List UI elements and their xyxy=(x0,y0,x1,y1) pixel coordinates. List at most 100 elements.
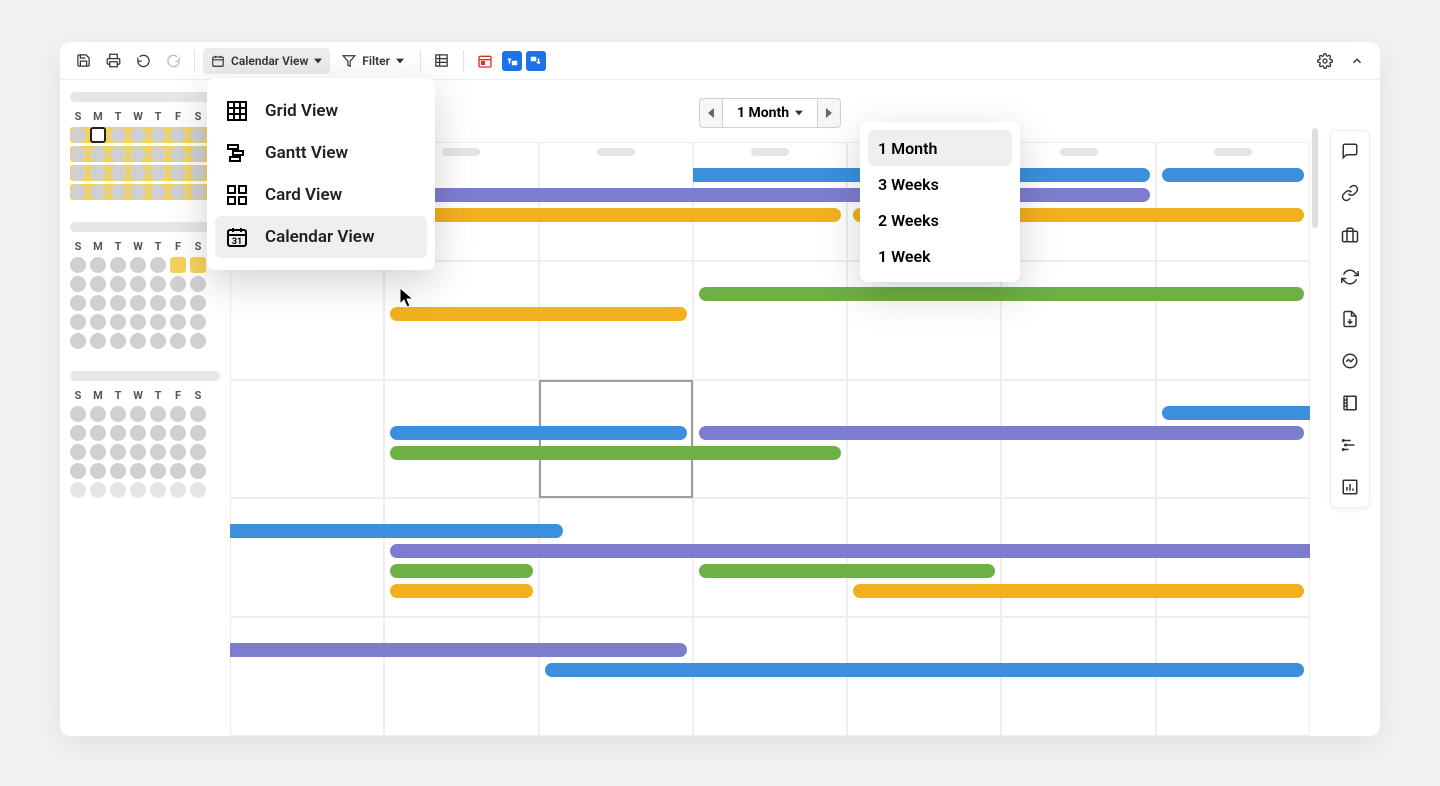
caret-down-icon xyxy=(314,57,322,65)
mini-calendar-3[interactable]: S M T W T F S xyxy=(70,371,220,498)
dow-w: W xyxy=(130,110,146,123)
event-bar[interactable] xyxy=(1162,406,1310,420)
dow-s: S xyxy=(70,389,86,402)
event-bar[interactable] xyxy=(390,446,841,460)
range-option-1month[interactable]: 1 Month xyxy=(868,130,1012,166)
scrollbar[interactable] xyxy=(1312,128,1318,228)
event-bar[interactable] xyxy=(390,564,532,578)
calendar-icon xyxy=(211,54,225,68)
view-switcher-label: Calendar View xyxy=(231,54,308,68)
mini-calendar-dow: S M T W T F S xyxy=(70,110,220,123)
sort-descending-button[interactable] xyxy=(526,51,546,71)
mini-calendar-title-placeholder xyxy=(70,92,220,102)
mini-calendar-title-placeholder xyxy=(70,222,220,232)
range-dropdown[interactable]: 1 Month xyxy=(723,98,817,128)
view-option-calendar[interactable]: 31 Calendar View xyxy=(215,216,427,258)
range-option-2weeks[interactable]: 2 Weeks xyxy=(868,202,1012,238)
event-bar[interactable] xyxy=(699,287,1304,301)
undo-button[interactable] xyxy=(130,48,156,74)
mini-calendar-sidebar: S M T W T F S S xyxy=(70,92,220,520)
mini-today-marker xyxy=(90,127,106,143)
range-option-3weeks[interactable]: 3 Weeks xyxy=(868,166,1012,202)
event-bar[interactable] xyxy=(384,188,1149,202)
sort-asc-icon xyxy=(506,55,518,67)
range-option-label: 1 Month xyxy=(878,139,937,158)
save-icon xyxy=(76,53,91,68)
view-switcher-menu: Grid View Gantt View Card View 31 Calend… xyxy=(207,78,435,270)
view-option-grid[interactable]: Grid View xyxy=(215,90,427,132)
dow-t: T xyxy=(110,110,126,123)
filter-dropdown[interactable]: Filter xyxy=(334,48,412,74)
dow-f: F xyxy=(170,240,186,253)
event-bar[interactable] xyxy=(1162,168,1304,182)
dow-s2: S xyxy=(190,240,206,253)
dow-m: M xyxy=(90,240,106,253)
dock-export-button[interactable] xyxy=(1336,305,1364,333)
filter-icon xyxy=(342,54,356,68)
dow-w: W xyxy=(130,389,146,402)
dow-t: T xyxy=(110,240,126,253)
dock-comments-button[interactable] xyxy=(1336,137,1364,165)
mini-calendar-dow: S M T W T F S xyxy=(70,240,220,253)
next-period-button[interactable] xyxy=(817,98,841,128)
collapse-button[interactable] xyxy=(1344,48,1370,74)
calendar-view-icon: 31 xyxy=(225,225,249,249)
event-bar[interactable] xyxy=(390,584,532,598)
dock-portfolio-button[interactable] xyxy=(1336,221,1364,249)
settings-button[interactable] xyxy=(1312,48,1338,74)
comment-icon xyxy=(1341,142,1359,160)
today-button[interactable] xyxy=(472,48,498,74)
link-icon xyxy=(1341,184,1359,202)
dow-s: S xyxy=(70,110,86,123)
dock-gantt-button[interactable] xyxy=(1336,431,1364,459)
dow-f: F xyxy=(170,110,186,123)
filter-label: Filter xyxy=(362,54,390,68)
range-label: 1 Month xyxy=(737,105,789,121)
range-dropdown-menu: 1 Month 3 Weeks 2 Weeks 1 Week xyxy=(860,122,1020,282)
dow-t: T xyxy=(110,389,126,402)
dock-chart-button[interactable] xyxy=(1336,473,1364,501)
redo-icon xyxy=(166,53,181,68)
mini-calendar-title-placeholder xyxy=(70,371,220,381)
event-bar[interactable] xyxy=(384,208,841,222)
view-switcher-dropdown[interactable]: Calendar View xyxy=(203,48,330,74)
event-bar[interactable] xyxy=(699,564,996,578)
dock-notebook-button[interactable] xyxy=(1336,389,1364,417)
toolbar-separator xyxy=(420,50,421,72)
event-bar[interactable] xyxy=(390,307,687,321)
range-option-label: 3 Weeks xyxy=(878,175,939,194)
view-option-gantt[interactable]: Gantt View xyxy=(215,132,427,174)
view-option-label: Grid View xyxy=(265,101,338,121)
event-bar[interactable] xyxy=(853,584,1304,598)
gear-icon xyxy=(1317,53,1333,69)
event-bar[interactable] xyxy=(390,544,1310,558)
event-bar[interactable] xyxy=(390,426,687,440)
prev-period-button[interactable] xyxy=(699,98,723,128)
dock-sync-button[interactable] xyxy=(1336,263,1364,291)
dock-activity-button[interactable] xyxy=(1336,347,1364,375)
dow-t2: T xyxy=(150,389,166,402)
mini-calendar-dow: S M T W T F S xyxy=(70,389,220,402)
chevron-right-icon xyxy=(825,108,833,118)
save-button[interactable] xyxy=(70,48,96,74)
right-dock xyxy=(1330,130,1370,508)
event-bar[interactable] xyxy=(230,524,563,538)
mini-calendar-1[interactable]: S M T W T F S xyxy=(70,92,220,200)
view-option-label: Calendar View xyxy=(265,227,375,247)
dock-attachments-button[interactable] xyxy=(1336,179,1364,207)
mini-calendar-2[interactable]: S M T W T F S xyxy=(70,222,220,349)
dow-s2: S xyxy=(190,389,206,402)
layout-button[interactable] xyxy=(429,48,455,74)
event-bar[interactable] xyxy=(699,426,1304,440)
event-bar[interactable] xyxy=(230,643,687,657)
sort-ascending-button[interactable] xyxy=(502,51,522,71)
chevron-up-icon xyxy=(1350,54,1364,68)
print-button[interactable] xyxy=(100,48,126,74)
range-option-1week[interactable]: 1 Week xyxy=(868,238,1012,274)
print-icon xyxy=(106,53,121,68)
app-window: Calendar View Filter xyxy=(60,42,1380,736)
view-option-card[interactable]: Card View xyxy=(215,174,427,216)
event-bar[interactable] xyxy=(545,663,1304,677)
svg-text:31: 31 xyxy=(232,237,242,247)
redo-button[interactable] xyxy=(160,48,186,74)
